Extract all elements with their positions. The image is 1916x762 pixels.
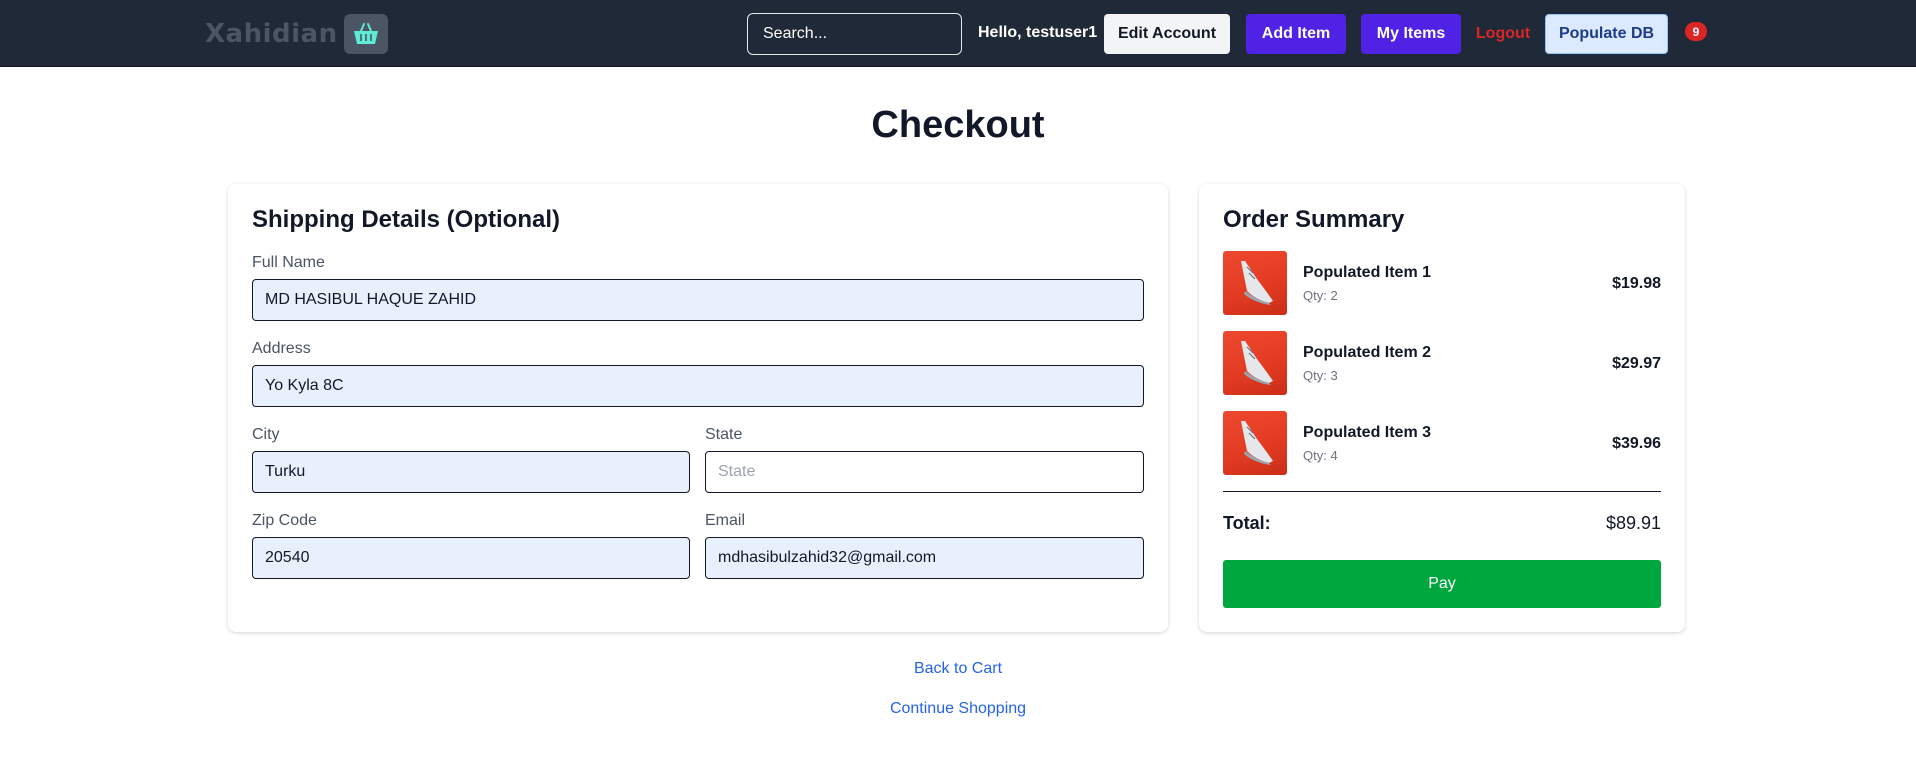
- sneaker-image: [1223, 411, 1287, 475]
- item-name: Populated Item 2: [1303, 344, 1432, 361]
- search-input[interactable]: [747, 13, 962, 55]
- logo[interactable]: Xahidian: [205, 14, 388, 54]
- item-quantity: Qty: 2: [1303, 288, 1338, 303]
- shipping-heading: Shipping Details (Optional): [252, 206, 560, 233]
- user-greeting: Hello, testuser1: [978, 24, 1098, 41]
- city-label: City: [252, 426, 280, 443]
- order-item: Populated Item 2 Qty: 3 $29.97: [1223, 331, 1661, 395]
- item-name: Populated Item 3: [1303, 424, 1432, 441]
- state-field[interactable]: [705, 451, 1144, 493]
- zip-code-label: Zip Code: [252, 512, 317, 529]
- item-name: Populated Item 1: [1303, 264, 1432, 281]
- pay-button[interactable]: Pay: [1223, 560, 1661, 608]
- order-summary-heading: Order Summary: [1223, 206, 1405, 233]
- shipping-details-card: Shipping Details (Optional) Full Name Ad…: [228, 184, 1168, 632]
- page-title: Checkout: [871, 104, 1045, 146]
- item-quantity: Qty: 3: [1303, 368, 1338, 383]
- add-item-button[interactable]: Add Item: [1246, 14, 1346, 54]
- summary-divider: [1223, 491, 1661, 492]
- email-label: Email: [705, 512, 746, 529]
- item-price: $29.97: [1612, 355, 1661, 372]
- basket-icon: [343, 14, 388, 54]
- address-field[interactable]: [252, 365, 1144, 407]
- address-label: Address: [252, 340, 311, 357]
- populate-db-button[interactable]: Populate DB: [1545, 14, 1668, 54]
- order-summary-card: Order Summary Populated Item 1 Qty: 2 $1…: [1199, 184, 1685, 632]
- email-field[interactable]: [705, 537, 1144, 579]
- order-item: Populated Item 3 Qty: 4 $39.96: [1223, 411, 1661, 475]
- sneaker-image: [1223, 251, 1287, 315]
- navbar: Xahidian Hello, testuser1 Edit Account A…: [0, 0, 1916, 67]
- edit-account-button[interactable]: Edit Account: [1104, 14, 1230, 54]
- my-items-button[interactable]: My Items: [1361, 14, 1461, 54]
- item-quantity: Qty: 4: [1303, 448, 1338, 463]
- city-field[interactable]: [252, 451, 690, 493]
- sneaker-image: [1223, 331, 1287, 395]
- item-price: $39.96: [1612, 435, 1661, 452]
- back-to-cart-link[interactable]: Back to Cart: [0, 660, 1916, 678]
- item-price: $19.98: [1612, 275, 1661, 292]
- continue-shopping-link[interactable]: Continue Shopping: [0, 700, 1916, 718]
- zip-code-field[interactable]: [252, 537, 690, 579]
- logo-text: Xahidian: [205, 19, 338, 49]
- total-value: $89.91: [1605, 513, 1661, 533]
- full-name-label: Full Name: [252, 254, 325, 271]
- order-item: Populated Item 1 Qty: 2 $19.98: [1223, 251, 1661, 315]
- state-label: State: [705, 426, 743, 443]
- full-name-field[interactable]: [252, 279, 1144, 321]
- total-label: Total:: [1223, 513, 1271, 533]
- cart-count-badge[interactable]: 9: [1685, 22, 1707, 41]
- logout-button[interactable]: Logout: [1472, 14, 1534, 54]
